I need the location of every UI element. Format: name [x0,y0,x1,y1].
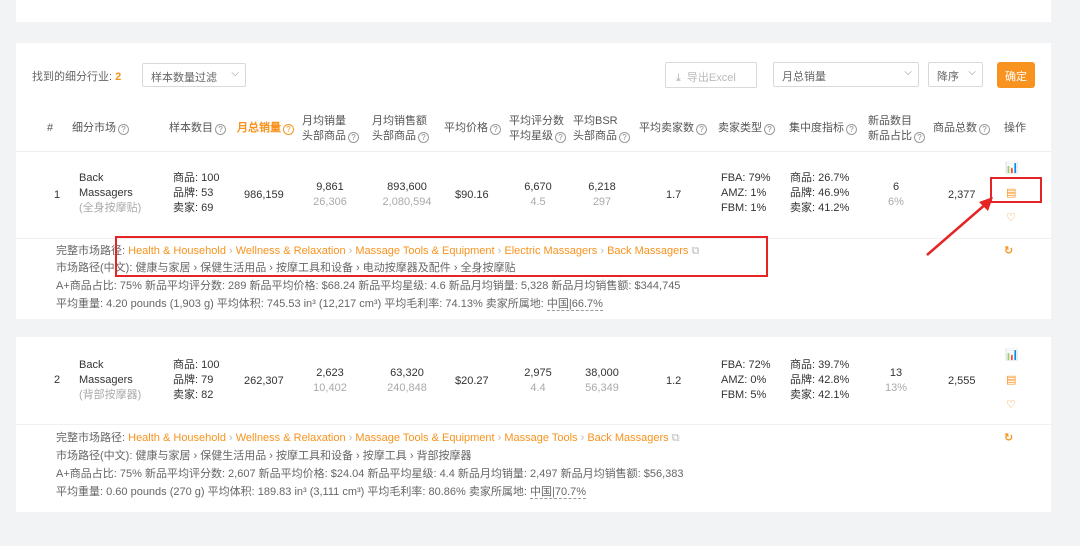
refresh-icon[interactable]: ↻ [1004,244,1013,257]
market-path-cn: 市场路径(中文): 健康与家居 › 保健生活用品 › 按摩工具和设备 › 按摩工… [56,450,472,462]
seller-type: FBA: 72% AMZ: 0% FBM: 5% [721,359,771,401]
avg-revenue: 893,600 2,080,594 [382,181,432,208]
help-icon: ? [979,124,990,135]
found-industries: 找到的细分行业: 2 [32,71,122,83]
avg-price: $20.27 [455,375,489,387]
monthly-sales: 262,307 [244,375,284,387]
total-products: 2,555 [948,375,976,387]
stats-line: 平均重量: 4.20 pounds (1,903 g) 平均体积: 745.53… [56,298,603,311]
heart-icon[interactable]: ♡ [1006,398,1016,411]
help-icon: ? [846,124,857,135]
avg-reviews: 2,975 4.4 [524,367,552,394]
col-actions: 操作 [1004,122,1026,134]
new-products: 13 13% [884,367,908,394]
market-name[interactable]: Back Massagers (全身按摩贴) [79,171,141,216]
divider [16,151,1051,152]
avg-reviews: 6,670 4.5 [524,181,552,208]
concentration: 商品: 26.7% 品牌: 46.9% 卖家: 41.2% [790,172,850,214]
col-new-products[interactable]: 新品数目 新品占比? [868,114,925,144]
industry-row-card: 2 Back Massagers (背部按摩器) 商品: 100 品牌: 79 卖家: … [16,337,1051,512]
col-sample[interactable]: 样本数目? [169,121,226,136]
avg-sales: 9,861 26,306 [313,181,347,208]
external-link-icon[interactable]: ⧉ [672,432,680,444]
annotation-arrow [926,197,993,256]
avg-sales: 2,623 10,402 [313,367,347,394]
col-avg-revenue[interactable]: 月均销售额 头部商品? [372,114,429,144]
download-icon: ⤓ [676,72,681,84]
help-icon: ? [283,124,294,135]
help-icon: ? [914,132,925,143]
path-link[interactable]: Wellness & Relaxation [236,432,346,444]
chevron-down-icon: ⌵ [904,67,912,78]
new-products: 6 6% [888,181,904,208]
col-seller-type[interactable]: 卖家类型? [718,121,775,136]
concentration: 商品: 39.7% 品牌: 42.8% 卖家: 42.1% [790,359,850,401]
confirm-button[interactable]: 确定 [997,62,1035,88]
help-icon: ? [348,132,359,143]
avg-sellers: 1.7 [666,189,682,201]
market-name[interactable]: Back Massagers (背部按摩器) [79,358,141,403]
market-path: 完整市场路径: Health & Household › Wellness & … [56,432,680,444]
sort-order-select[interactable]: 降序 ⌵ [928,62,983,87]
col-avg-price[interactable]: 平均价格? [444,121,501,136]
help-icon: ? [619,132,630,143]
path-link[interactable]: Massage Tools & Equipment [355,432,494,444]
seller-type: FBA: 79% AMZ: 1% FBM: 1% [721,172,771,214]
help-icon: ? [764,124,775,135]
sample-info: 商品: 100 品牌: 53 卖家: 69 [173,172,220,214]
divider [16,424,1051,425]
col-monthly-sales[interactable]: 月总销量? [237,121,294,136]
help-icon: ? [215,124,226,135]
avg-revenue: 63,320 240,848 [387,367,427,394]
col-market[interactable]: 细分市场? [72,121,129,136]
avg-bsr: 38,000 56,349 [585,367,619,394]
help-icon: ? [490,124,501,135]
highlight-box [115,236,768,277]
chevron-down-icon: ⌵ [231,68,239,79]
path-link[interactable]: Health & Household [128,432,226,444]
document-icon[interactable]: ▤ [1006,373,1016,386]
previous-card [16,0,1051,22]
path-link[interactable]: Massage Tools [504,432,577,444]
sample-filter-select[interactable]: 样本数量过滤 ⌵ [142,63,246,87]
sample-info: 商品: 100 品牌: 79 卖家: 82 [173,359,220,401]
bar-chart-icon[interactable]: 📊 [1005,161,1019,174]
refresh-icon[interactable]: ↻ [1004,431,1013,444]
found-count: 2 [115,71,122,83]
col-index: # [47,122,54,134]
avg-price: $90.16 [455,189,489,201]
col-total-products[interactable]: 商品总数? [933,121,990,136]
stats-line: A+商品占比: 75% 新品平均评分数: 2,607 新品平均价格: $24.0… [56,468,684,480]
heart-icon[interactable]: ♡ [1006,211,1016,224]
col-avg-bsr[interactable]: 平均BSR 头部商品? [573,114,630,144]
help-icon: ? [555,132,566,143]
row-index: 1 [54,189,61,201]
help-icon: ? [118,124,129,135]
sort-field-select[interactable]: 月总销量 ⌵ [773,62,919,87]
row-index: 2 [54,374,61,386]
export-excel-button[interactable]: ⤓ 导出Excel [665,62,757,88]
avg-bsr: 6,218 297 [588,181,616,208]
avg-sellers: 1.2 [666,375,682,387]
monthly-sales: 986,159 [244,189,284,201]
path-link[interactable]: Back Massagers [587,432,668,444]
industry-table-card: 找到的细分行业: 2 样本数量过滤 ⌵ ⤓ 导出Excel 月总销量 ⌵ 降序 ⌵ 确定 … [16,43,1051,319]
stats-line: 平均重量: 0.60 pounds (270 g) 平均体积: 189.83 i… [56,486,587,499]
help-icon: ? [418,132,429,143]
stats-line: A+商品占比: 75% 新品平均评分数: 289 新品平均价格: $68.24 … [56,280,681,292]
chevron-down-icon: ⌵ [968,67,976,78]
col-avg-sellers[interactable]: 平均卖家数? [639,121,707,136]
col-avg-reviews[interactable]: 平均评分数 平均星级? [509,114,566,144]
help-icon: ? [696,124,707,135]
bar-chart-icon[interactable]: 📊 [1005,348,1019,361]
col-avg-sales[interactable]: 月均销量 头部商品? [302,114,359,144]
col-concentration[interactable]: 集中度指标? [789,121,857,136]
